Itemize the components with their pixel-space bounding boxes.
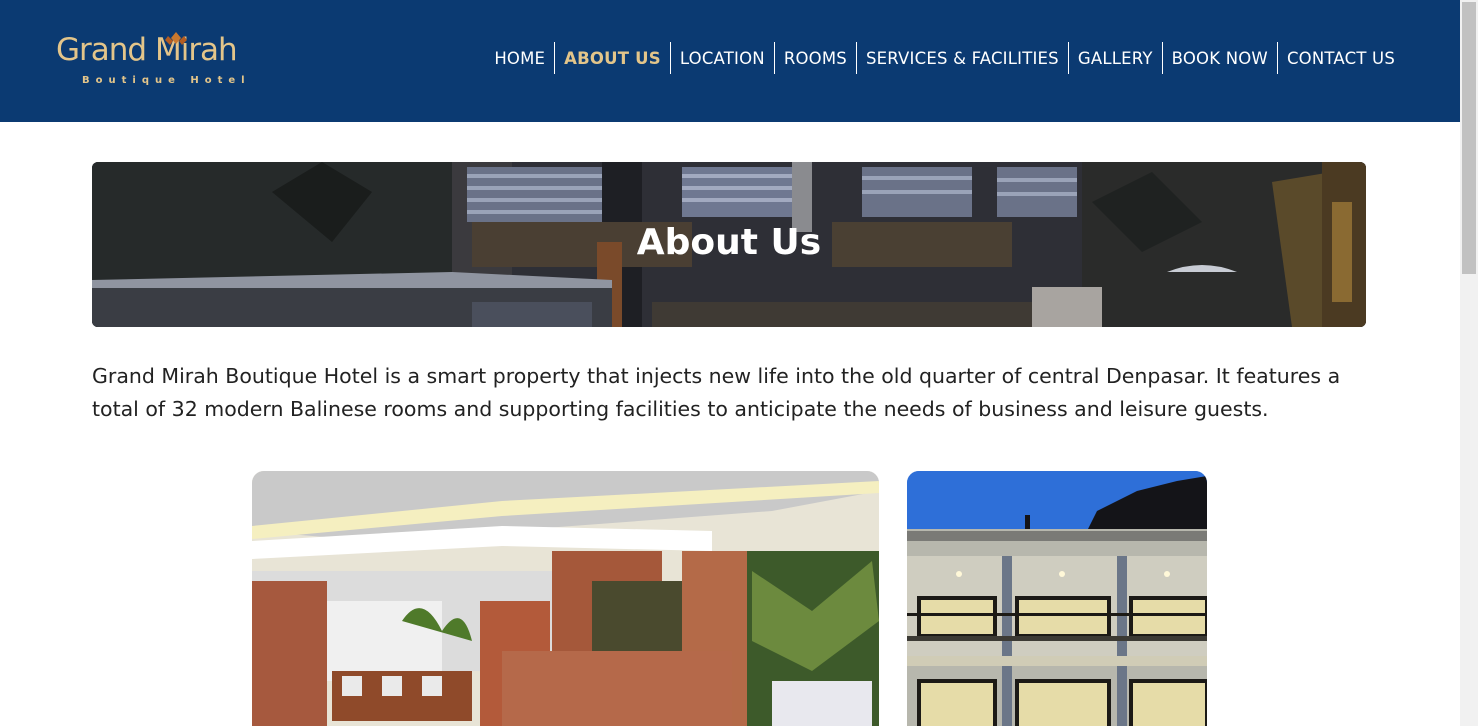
scrollbar-thumb[interactable] [1462, 2, 1476, 274]
lobby-photo [252, 471, 879, 726]
nav-item-location[interactable]: LOCATION [669, 42, 774, 74]
nav-item-services-facilities[interactable]: SERVICES & FACILITIES [855, 42, 1068, 74]
lotus-icon [165, 32, 187, 45]
nav-item-home[interactable]: HOME [485, 42, 554, 74]
page: Grand Mirah Boutique Hotel HOME ABOUT US… [0, 0, 1478, 726]
brand-subtitle: Boutique Hotel [82, 75, 251, 86]
main-nav: HOME ABOUT US LOCATION ROOMS SERVICES & … [485, 42, 1404, 74]
page-scrollbar[interactable] [1460, 0, 1478, 726]
nav-item-about-us[interactable]: ABOUT US [554, 42, 670, 74]
nav-item-rooms[interactable]: ROOMS [773, 42, 856, 74]
intro-paragraph: Grand Mirah Boutique Hotel is a smart pr… [92, 364, 1341, 421]
hero-banner: About Us [92, 162, 1366, 327]
nav-item-book-now[interactable]: BOOK NOW [1161, 42, 1277, 74]
nav-item-contact-us[interactable]: CONTACT US [1276, 42, 1404, 74]
brand-name: Grand Mirah [56, 32, 238, 68]
building-photo [907, 471, 1207, 726]
site-header: Grand Mirah Boutique Hotel HOME ABOUT US… [0, 0, 1460, 122]
page-title: About Us [636, 222, 822, 263]
nav-item-gallery[interactable]: GALLERY [1067, 42, 1162, 74]
brand-logo[interactable]: Grand Mirah Boutique Hotel [56, 30, 286, 92]
